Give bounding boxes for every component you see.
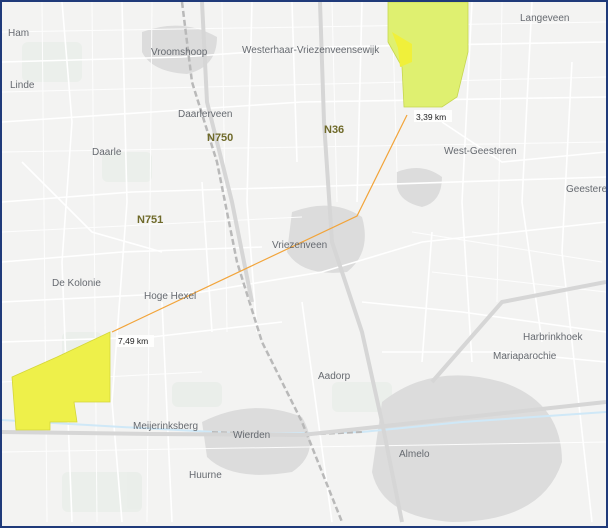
- label-huurne: Huurne: [189, 470, 222, 481]
- label-almelo: Almelo: [399, 449, 430, 460]
- map-canvas[interactable]: Ham Vroomshoop Westerhaar-Vriezenveensew…: [2, 2, 606, 526]
- label-linde: Linde: [10, 80, 35, 91]
- label-langeveen: Langeveen: [520, 13, 570, 24]
- label-road-n750: N750: [207, 132, 233, 144]
- label-daarlerveen: Daarlerveen: [178, 109, 232, 120]
- label-hoge-hexel: Hoge Hexel: [144, 291, 196, 302]
- map-frame[interactable]: Ham Vroomshoop Westerhaar-Vriezenveensew…: [0, 0, 608, 528]
- distance-label-southwest: 7,49 km: [118, 336, 148, 346]
- label-vroomshoop: Vroomshoop: [151, 47, 208, 58]
- label-daarle: Daarle: [92, 147, 122, 158]
- label-road-n36: N36: [324, 124, 344, 136]
- label-aadorp: Aadorp: [318, 371, 351, 382]
- label-westerhaar: Westerhaar-Vriezenveensewijk: [242, 45, 380, 56]
- label-de-kolonie: De Kolonie: [52, 278, 101, 289]
- label-ham: Ham: [8, 28, 29, 39]
- label-wierden: Wierden: [233, 430, 270, 441]
- label-harbrinkhoek: Harbrinkhoek: [523, 332, 583, 343]
- label-mariaparochie: Mariaparochie: [493, 351, 557, 362]
- label-meijerinksberg: Meijerinksberg: [133, 421, 198, 432]
- label-vriezenveen: Vriezenveen: [272, 240, 327, 251]
- label-road-n751: N751: [137, 214, 163, 226]
- distance-label-north: 3,39 km: [416, 112, 446, 122]
- label-west-geesteren: West-Geesteren: [444, 146, 517, 157]
- label-geesteren: Geesteren: [566, 184, 606, 195]
